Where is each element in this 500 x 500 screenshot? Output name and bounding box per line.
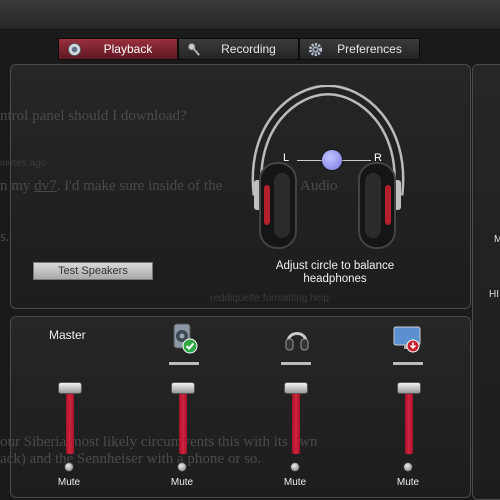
background-text: s. xyxy=(0,229,10,245)
background-text: ack) and the Sennheiser with a phone or … xyxy=(0,451,262,467)
headphones-volume-track[interactable] xyxy=(292,386,300,454)
monitor-volume-track[interactable] xyxy=(405,386,413,454)
balance-left-label: L xyxy=(283,152,290,164)
headphones-volume-thumb[interactable] xyxy=(284,382,308,394)
tab-label: Recording xyxy=(221,42,276,56)
background-text: inutes ago xyxy=(0,158,47,169)
tab-preferences[interactable]: Preferences xyxy=(299,38,420,60)
channel-divider xyxy=(281,362,311,365)
speaker-check-icon xyxy=(173,323,198,354)
background-text: ntrol panel should I download? xyxy=(0,108,187,124)
tab-label: Playback xyxy=(103,42,153,56)
mute-label: Mute xyxy=(170,477,194,488)
test-speakers-button[interactable]: Test Speakers xyxy=(33,262,153,280)
balance-caption: Adjust circle to balance headphones xyxy=(275,260,395,285)
monitor-volume-thumb[interactable] xyxy=(397,382,421,394)
tab-label: Preferences xyxy=(337,42,402,56)
background-text: reddiquette formatting help xyxy=(210,293,329,304)
side-label: HI xyxy=(489,289,499,300)
mute-label: Mute xyxy=(396,477,420,488)
monitor-audio-icon xyxy=(393,326,421,353)
monitor-mute-toggle[interactable] xyxy=(403,462,413,472)
mute-label: Mute xyxy=(283,477,307,488)
master-mute-toggle[interactable] xyxy=(64,462,74,472)
headphones-icon xyxy=(285,332,309,351)
tab-recording[interactable]: Recording xyxy=(178,38,299,60)
master-label: Master xyxy=(49,328,86,342)
balance-knob[interactable] xyxy=(322,150,342,170)
balance-right-label: R xyxy=(374,152,382,164)
channel-divider xyxy=(169,362,199,365)
mute-label: Mute xyxy=(57,477,81,488)
side-label: M xyxy=(494,234,500,245)
channel-divider xyxy=(393,362,423,365)
side-panel xyxy=(472,64,500,500)
tab-playback[interactable]: Playback xyxy=(58,38,178,60)
speakers-mute-toggle[interactable] xyxy=(177,462,187,472)
headphones-mute-toggle[interactable] xyxy=(290,462,300,472)
master-volume-track[interactable] xyxy=(66,386,74,454)
balance-control: L R xyxy=(283,146,393,174)
title-bar xyxy=(0,0,500,30)
background-text: our Siberia most likely circumvents this… xyxy=(0,434,318,450)
background-text: n my dv7. I'd make sure inside of the xyxy=(0,178,223,194)
speakers-volume-thumb[interactable] xyxy=(171,382,195,394)
tab-bar: Playback Recording Preferences xyxy=(58,38,420,60)
speakers-volume-track[interactable] xyxy=(179,386,187,454)
master-volume-thumb[interactable] xyxy=(58,382,82,394)
